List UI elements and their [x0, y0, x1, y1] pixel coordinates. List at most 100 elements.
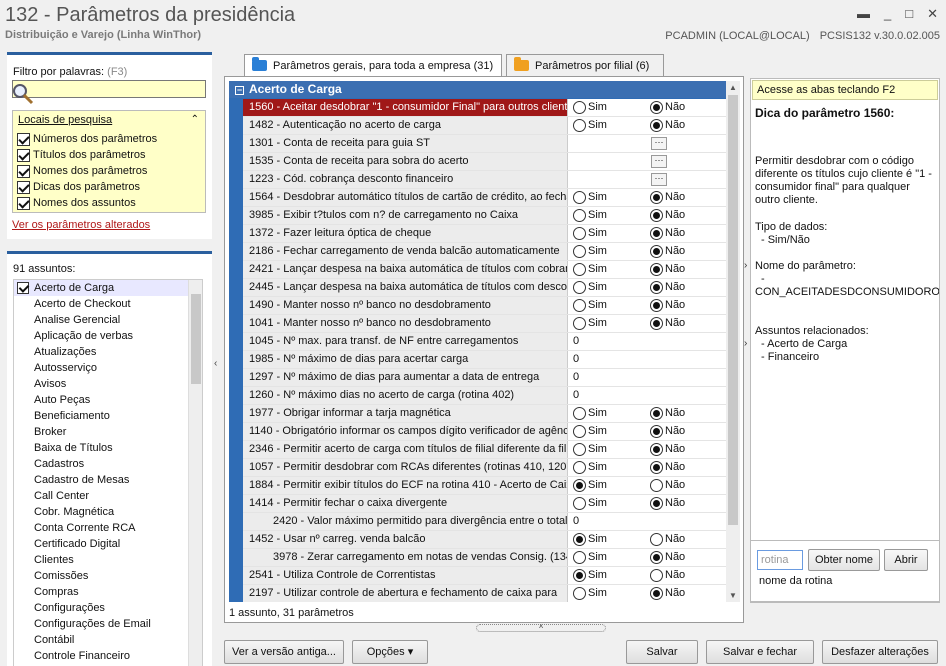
parameter-value[interactable]: 0	[570, 351, 726, 368]
parameter-value[interactable]: Sim Não	[570, 315, 726, 332]
subject-item[interactable]: Auto Peças	[14, 392, 202, 408]
radio-nao[interactable]	[650, 479, 663, 492]
radio-sim[interactable]	[573, 101, 586, 114]
subject-item[interactable]: Baixa de Títulos	[14, 440, 202, 456]
subject-item[interactable]: Cadastro de Mesas	[14, 472, 202, 488]
options-button[interactable]: Opções ▾	[352, 640, 428, 664]
location-check-numeros[interactable]: Números dos parâmetros	[17, 131, 157, 147]
obter-nome-button[interactable]: Obter nome	[808, 549, 880, 571]
parameter-row[interactable]: 3985 - Exibir t?tulos com n? de carregam…	[243, 207, 726, 225]
radio-sim[interactable]	[573, 245, 586, 258]
location-check-assuntos[interactable]: Nomes dos assuntos	[17, 195, 136, 211]
radio-nao[interactable]	[650, 227, 663, 240]
collapse-group-icon[interactable]: −	[235, 86, 244, 95]
parameter-value[interactable]: Sim Não	[570, 477, 726, 494]
collapse-icon[interactable]: ⌃	[191, 114, 199, 125]
checkbox-icon[interactable]	[17, 282, 29, 294]
parameter-row[interactable]: 1884 - Permitir exibir títulos do ECF na…	[243, 477, 726, 495]
horizontal-splitter[interactable]: ˄	[476, 624, 606, 632]
parameter-value[interactable]: 0	[570, 369, 726, 386]
parameter-row[interactable]: 2445 - Lançar despesa na baixa automátic…	[243, 279, 726, 297]
altered-params-link[interactable]: Ver os parâmetros alterados	[12, 219, 150, 231]
parameter-value[interactable]: Sim Não	[570, 99, 726, 116]
ellipsis-button[interactable]: ···	[651, 155, 667, 168]
maximize-icon[interactable]: □	[905, 6, 913, 22]
parameter-value[interactable]: Sim Não	[570, 423, 726, 440]
subject-item[interactable]: Compras	[14, 584, 202, 600]
parameter-value[interactable]: Sim Não	[570, 279, 726, 296]
radio-nao[interactable]	[650, 101, 663, 114]
checkbox-icon[interactable]	[17, 132, 30, 146]
parameter-row[interactable]: 1564 - Desdobrar automático títulos de c…	[243, 189, 726, 207]
chevron-right-icon[interactable]: ›	[744, 260, 747, 271]
close-icon[interactable]: ✕	[927, 6, 938, 22]
checkbox-icon[interactable]	[17, 196, 30, 210]
abrir-button[interactable]: Abrir	[884, 549, 928, 571]
radio-sim[interactable]	[573, 281, 586, 294]
parameter-value[interactable]: ···	[570, 171, 726, 188]
radio-nao[interactable]	[650, 317, 663, 330]
parameter-row[interactable]: 2346 - Permitir acerto de carga com títu…	[243, 441, 726, 459]
parameter-row[interactable]: 2420 - Valor máximo permitido para diver…	[243, 513, 726, 531]
radio-nao[interactable]	[650, 407, 663, 420]
subjects-scrollbar[interactable]	[188, 280, 202, 666]
parameter-value[interactable]: Sim Não	[570, 531, 726, 548]
scroll-up-icon[interactable]: ▲	[729, 83, 737, 92]
parameter-row[interactable]: 1977 - Obrigar informar a tarja magnétic…	[243, 405, 726, 423]
parameter-value[interactable]: Sim Não	[570, 405, 726, 422]
radio-sim[interactable]	[573, 569, 586, 582]
radio-sim[interactable]	[573, 191, 586, 204]
radio-sim[interactable]	[573, 497, 586, 510]
parameter-row[interactable]: 1140 - Obrigatório informar os campos dí…	[243, 423, 726, 441]
radio-sim[interactable]	[573, 299, 586, 312]
parameter-value[interactable]: Sim Não	[570, 261, 726, 278]
parameter-value[interactable]: Sim Não	[570, 297, 726, 314]
minimize-icon[interactable]: _	[884, 6, 891, 22]
save-close-button[interactable]: Salvar e fechar	[706, 640, 814, 664]
parameter-value[interactable]: 0	[570, 333, 726, 350]
radio-sim[interactable]	[573, 587, 586, 600]
checkbox-icon[interactable]	[17, 180, 30, 194]
parameter-row[interactable]: 1452 - Usar nº carreg. venda balcão Sim Nã…	[243, 531, 726, 549]
subject-item[interactable]: Clientes	[14, 552, 202, 568]
old-version-button[interactable]: Ver a versão antiga...	[224, 640, 344, 664]
radio-nao[interactable]	[650, 569, 663, 582]
parameter-value[interactable]: Sim Não	[570, 207, 726, 224]
save-button[interactable]: Salvar	[626, 640, 698, 664]
checkbox-icon[interactable]	[17, 164, 30, 178]
subject-item[interactable]: Analise Gerencial	[14, 312, 202, 328]
ellipsis-button[interactable]: ···	[651, 173, 667, 186]
radio-nao[interactable]	[650, 461, 663, 474]
location-check-titulos[interactable]: Títulos dos parâmetros	[17, 147, 146, 163]
parameter-row[interactable]: 1482 - Autenticação no acerto de carga Si…	[243, 117, 726, 135]
parameter-value[interactable]: ···	[570, 153, 726, 170]
ellipsis-button[interactable]: ···	[651, 137, 667, 150]
radio-sim[interactable]	[573, 551, 586, 564]
radio-nao[interactable]	[650, 497, 663, 510]
scroll-thumb[interactable]	[191, 294, 201, 384]
subject-item[interactable]: Avisos	[14, 376, 202, 392]
subject-item[interactable]: Call Center	[14, 488, 202, 504]
parameter-value[interactable]: Sim Não	[570, 243, 726, 260]
subject-item[interactable]: Acerto de Checkout	[14, 296, 202, 312]
radio-nao[interactable]	[650, 551, 663, 564]
subject-item[interactable]: Comissões	[14, 568, 202, 584]
parameter-value[interactable]: 0	[570, 387, 726, 404]
radio-nao[interactable]	[650, 263, 663, 276]
radio-nao[interactable]	[650, 119, 663, 132]
subject-item[interactable]: Autosserviço	[14, 360, 202, 376]
subject-item[interactable]: Conta Corrente RCA	[14, 520, 202, 536]
parameter-value[interactable]: Sim Não	[570, 585, 726, 602]
scroll-thumb[interactable]	[728, 95, 738, 525]
radio-nao[interactable]	[650, 299, 663, 312]
radio-sim[interactable]	[573, 533, 586, 546]
radio-nao[interactable]	[650, 191, 663, 204]
tab-parametros-filial[interactable]: Parâmetros por filial (6)	[506, 54, 664, 77]
scroll-down-icon[interactable]: ▼	[729, 591, 737, 600]
parameter-value[interactable]: Sim Não	[570, 225, 726, 242]
parameter-row[interactable]: 1372 - Fazer leitura óptica de cheque Sim…	[243, 225, 726, 243]
undo-changes-button[interactable]: Desfazer alterações	[822, 640, 938, 664]
parameter-value[interactable]: Sim Não	[570, 441, 726, 458]
vertical-splitter[interactable]: ‹	[212, 270, 222, 460]
radio-sim[interactable]	[573, 479, 586, 492]
